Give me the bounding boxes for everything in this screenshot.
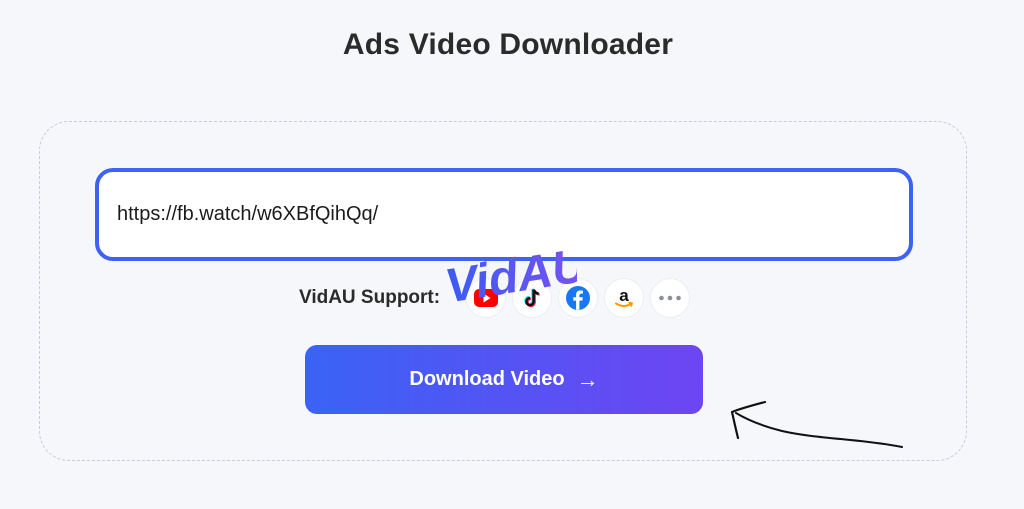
more-icon[interactable] <box>651 279 690 317</box>
page-title: Ads Video Downloader <box>342 28 674 61</box>
facebook-icon[interactable] <box>559 279 598 317</box>
url-input[interactable] <box>117 203 877 226</box>
tiktok-icon[interactable] <box>513 279 552 317</box>
download-button-label: Download Video <box>409 368 565 390</box>
support-row: VidAU Support: a <box>299 276 697 320</box>
amazon-icon[interactable]: a <box>605 279 644 317</box>
hand-drawn-arrow-icon <box>730 400 903 448</box>
youtube-icon[interactable] <box>467 279 506 317</box>
arrow-right-icon: → <box>576 366 599 392</box>
download-video-button[interactable]: Download Video → <box>305 345 703 414</box>
support-label: VidAU Support: <box>299 287 441 308</box>
url-input-box[interactable] <box>95 168 913 261</box>
svg-text:a: a <box>619 286 629 305</box>
